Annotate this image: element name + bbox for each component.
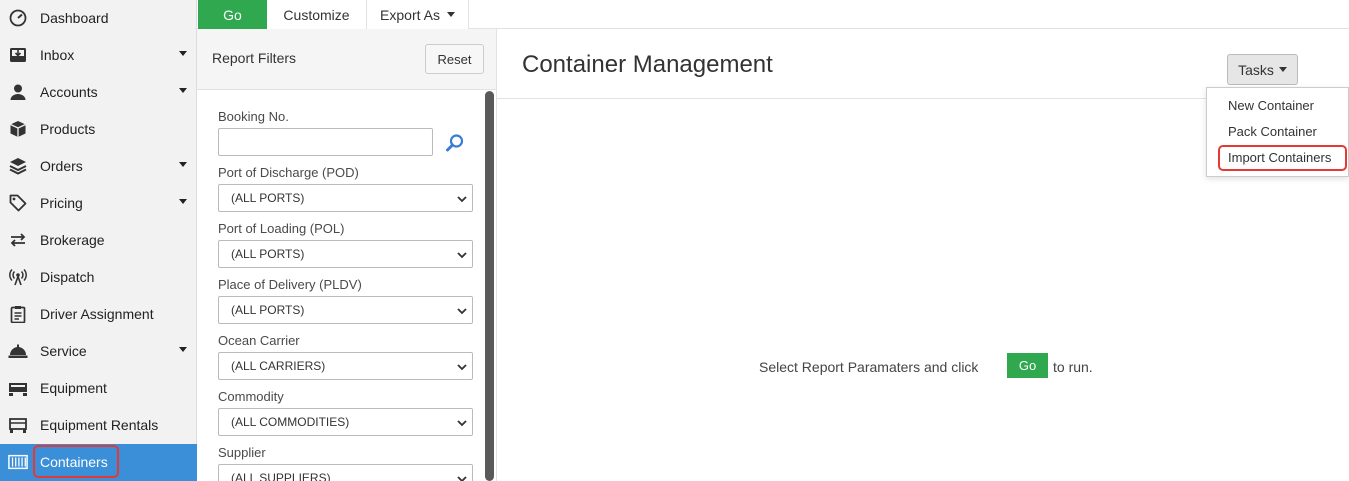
container-icon	[8, 452, 28, 472]
equipment-icon	[8, 378, 28, 398]
chevron-down-icon[interactable]	[179, 51, 187, 56]
sidebar-item-label: Dashboard	[40, 10, 109, 26]
ocean-carrier-select-value: (ALL CARRIERS)	[231, 359, 326, 373]
customize-label: Customize	[283, 6, 350, 23]
tag-icon	[8, 193, 28, 213]
box-icon	[8, 119, 28, 139]
sidebar-item-label: Inbox	[40, 47, 75, 63]
supplier-select-value: (ALL SUPPLIERS)	[231, 471, 331, 481]
broadcast-icon	[8, 267, 28, 287]
clipboard-icon	[8, 304, 28, 324]
filters-scrollbar[interactable]	[485, 91, 494, 481]
chevron-down-icon	[457, 252, 467, 259]
sidebar-item-dashboard[interactable]: Dashboard	[0, 0, 197, 37]
pod-select[interactable]: (ALL PORTS)	[218, 184, 473, 212]
sidebar-item-label: Equipment	[40, 380, 107, 396]
sidebar-item-dispatch[interactable]: Dispatch	[0, 259, 197, 296]
pldv-select[interactable]: (ALL PORTS)	[218, 296, 473, 324]
main-content: Container Management Tasks New Container…	[497, 29, 1349, 481]
menu-item-new-container[interactable]: New Container	[1228, 98, 1314, 113]
app-window: Dashboard Inbox Accounts Products Orders…	[0, 0, 1349, 481]
report-toolbar: Go Customize Export As	[197, 0, 1349, 29]
service-bell-icon	[8, 341, 28, 361]
sidebar-item-inbox[interactable]: Inbox	[0, 37, 197, 74]
highlight-box	[1218, 145, 1347, 171]
sidebar-item-label: Pricing	[40, 195, 83, 211]
commodity-label: Commodity	[218, 389, 284, 404]
sidebar-item-label: Equipment Rentals	[40, 417, 159, 433]
booking-no-input[interactable]	[218, 128, 433, 156]
sidebar-item-label: Service	[40, 343, 87, 359]
pod-label: Port of Discharge (POD)	[218, 165, 359, 180]
dashboard-icon	[8, 8, 28, 28]
inbox-icon	[8, 45, 28, 65]
commodity-select-value: (ALL COMMODITIES)	[231, 415, 350, 429]
sidebar-item-equipment[interactable]: Equipment	[0, 370, 197, 407]
sidebar-item-label: Orders	[40, 158, 83, 174]
run-instruction-suffix: to run.	[1053, 359, 1093, 375]
run-instruction-text: Select Report Paramaters and click	[759, 359, 979, 375]
pod-select-value: (ALL PORTS)	[231, 191, 305, 205]
tasks-label: Tasks	[1238, 61, 1274, 78]
chevron-down-icon[interactable]	[179, 162, 187, 167]
highlight-box	[33, 445, 119, 478]
booking-no-label: Booking No.	[218, 109, 289, 124]
ocean-carrier-label: Ocean Carrier	[218, 333, 300, 348]
sidebar: Dashboard Inbox Accounts Products Orders…	[0, 0, 197, 481]
page-title: Container Management	[522, 51, 773, 78]
chevron-down-icon	[457, 196, 467, 203]
layers-icon	[8, 156, 28, 176]
sidebar-item-products[interactable]: Products	[0, 111, 197, 148]
filters-header: Report Filters Reset	[197, 29, 496, 90]
chevron-down-icon	[446, 12, 455, 17]
chevron-down-icon[interactable]	[179, 347, 187, 352]
customize-button[interactable]: Customize	[267, 0, 367, 29]
pldv-label: Place of Delivery (PLDV)	[218, 277, 362, 292]
menu-item-pack-container[interactable]: Pack Container	[1228, 124, 1317, 139]
chevron-down-icon[interactable]	[179, 88, 187, 93]
sidebar-item-label: Products	[40, 121, 96, 137]
ocean-carrier-select[interactable]: (ALL CARRIERS)	[218, 352, 473, 380]
chevron-down-icon[interactable]	[179, 199, 187, 204]
commodity-select[interactable]: (ALL COMMODITIES)	[218, 408, 473, 436]
rental-icon	[8, 415, 28, 435]
chevron-down-icon	[457, 364, 467, 371]
sidebar-item-service[interactable]: Service	[0, 333, 197, 370]
chevron-down-icon	[457, 420, 467, 427]
pldv-select-value: (ALL PORTS)	[231, 303, 305, 317]
export-as-button[interactable]: Export As	[367, 0, 469, 29]
go-button[interactable]: Go	[198, 0, 267, 29]
tasks-dropdown-menu: New Container Pack Container Import Cont…	[1206, 87, 1349, 177]
tasks-button[interactable]: Tasks	[1227, 54, 1298, 85]
sidebar-item-accounts[interactable]: Accounts	[0, 74, 197, 111]
sidebar-item-label: Driver Assignment	[40, 306, 154, 322]
pol-select-value: (ALL PORTS)	[231, 247, 305, 261]
sidebar-item-pricing[interactable]: Pricing	[0, 185, 197, 222]
export-as-label: Export As	[380, 6, 440, 23]
exchange-icon	[8, 230, 28, 250]
sidebar-item-orders[interactable]: Orders	[0, 148, 197, 185]
chevron-down-icon	[1278, 67, 1287, 72]
sidebar-item-equipment-rentals[interactable]: Equipment Rentals	[0, 407, 197, 444]
sidebar-item-label: Dispatch	[40, 269, 95, 285]
search-icon[interactable]	[445, 133, 465, 153]
report-filters-panel: Report Filters Reset Booking No. Port of…	[197, 29, 497, 481]
supplier-select[interactable]: (ALL SUPPLIERS)	[218, 464, 473, 481]
sidebar-item-label: Accounts	[40, 84, 98, 100]
sidebar-item-brokerage[interactable]: Brokerage	[0, 222, 197, 259]
filters-title: Report Filters	[212, 50, 297, 66]
chevron-down-icon	[457, 308, 467, 315]
sidebar-item-driver-assignment[interactable]: Driver Assignment	[0, 296, 197, 333]
reset-button[interactable]: Reset	[425, 44, 484, 74]
user-icon	[8, 82, 28, 102]
chevron-down-icon	[457, 476, 467, 481]
supplier-label: Supplier	[218, 445, 266, 460]
sidebar-item-label: Brokerage	[40, 232, 105, 248]
pol-select[interactable]: (ALL PORTS)	[218, 240, 473, 268]
pol-label: Port of Loading (POL)	[218, 221, 345, 236]
inline-go-button[interactable]: Go	[1007, 353, 1048, 378]
